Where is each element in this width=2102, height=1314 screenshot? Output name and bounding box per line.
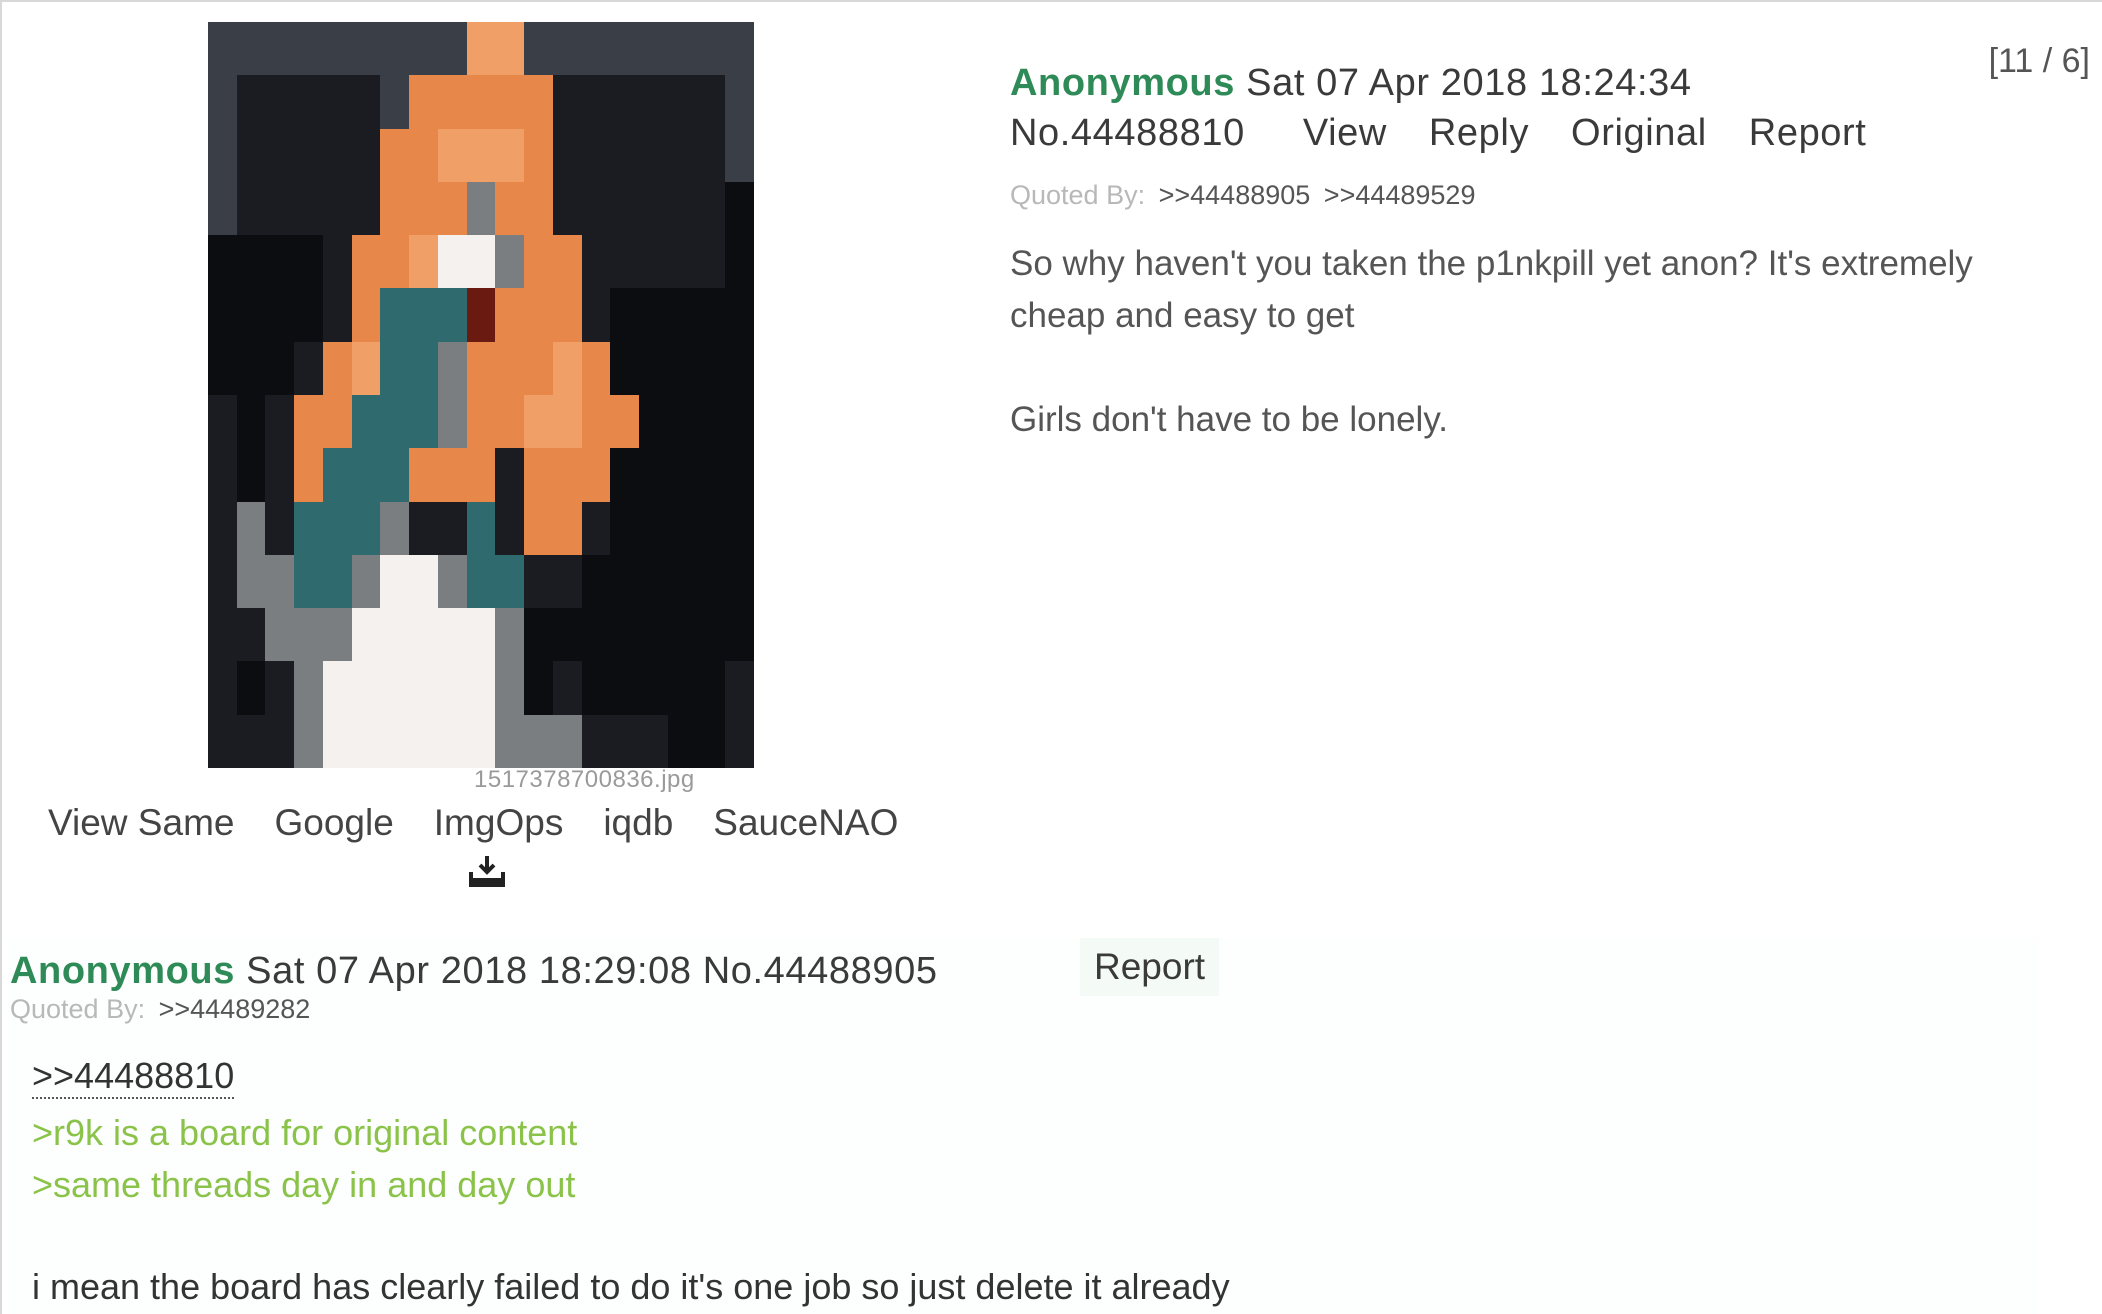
post-text-line: i mean the board has clearly failed to d… bbox=[32, 1266, 1230, 1307]
report-button[interactable]: Report bbox=[1080, 938, 1220, 996]
view-same-link[interactable]: View Same bbox=[48, 802, 234, 844]
reply-quoted-by: Quoted By: >>44489282 bbox=[10, 994, 310, 1025]
reply-post: Anonymous Sat 07 Apr 2018 18:29:08 No.44… bbox=[8, 938, 2038, 1314]
google-search-link[interactable]: Google bbox=[274, 802, 393, 844]
post-number[interactable]: No.44488810 bbox=[1010, 108, 1245, 158]
imgops-link[interactable]: ImgOps bbox=[434, 802, 564, 844]
backlink[interactable]: >>44489282 bbox=[159, 994, 311, 1024]
op-post-actions: No.44488810 View Reply Original Report bbox=[1010, 108, 1908, 158]
quoted-by-label: Quoted By: bbox=[1010, 180, 1146, 210]
poster-name: Anonymous bbox=[1010, 62, 1235, 104]
post-number[interactable]: No.44488905 bbox=[703, 950, 938, 992]
op-post-header: Anonymous Sat 07 Apr 2018 18:24:34 bbox=[1010, 58, 1692, 108]
iqdb-link[interactable]: iqdb bbox=[603, 802, 673, 844]
greentext-line: >same threads day in and day out bbox=[32, 1164, 576, 1205]
image-filename[interactable]: 1517378700836.jpg bbox=[474, 766, 695, 794]
post-datetime: Sat 07 Apr 2018 18:29:08 bbox=[246, 950, 692, 992]
op-image-thumbnail[interactable] bbox=[208, 22, 754, 768]
op-post-body: So why haven't you taken the p1nkpill ye… bbox=[1010, 238, 2070, 446]
backlink[interactable]: >>44488905 bbox=[1159, 180, 1311, 210]
reply-image-counter: [11 / 6] bbox=[1988, 42, 2090, 80]
post-datetime: Sat 07 Apr 2018 18:24:34 bbox=[1246, 62, 1692, 104]
image-search-links: View Same Google ImgOps iqdb SauceNAO bbox=[48, 802, 938, 844]
reply-post-header: Anonymous Sat 07 Apr 2018 18:29:08 No.44… bbox=[10, 946, 938, 996]
report-link[interactable]: Report bbox=[1749, 108, 1867, 158]
reply-link[interactable]: Reply bbox=[1429, 108, 1529, 158]
post-text-line: Girls don't have to be lonely. bbox=[1010, 400, 1448, 439]
greentext-line: >r9k is a board for original content bbox=[32, 1112, 578, 1153]
poster-name: Anonymous bbox=[10, 950, 235, 992]
thread-view: 1517378700836.jpg View Same Google ImgOp… bbox=[0, 0, 2102, 1314]
reply-post-body: >>44488810 >r9k is a board for original … bbox=[32, 1050, 1230, 1313]
backlink[interactable]: >>44489529 bbox=[1324, 180, 1476, 210]
op-quoted-by: Quoted By: >>44488905 >>44489529 bbox=[1010, 180, 1475, 211]
saucenao-link[interactable]: SauceNAO bbox=[713, 802, 898, 844]
quoted-by-label: Quoted By: bbox=[10, 994, 146, 1024]
quote-link[interactable]: >>44488810 bbox=[32, 1055, 235, 1099]
download-icon[interactable] bbox=[468, 854, 506, 888]
view-link[interactable]: View bbox=[1303, 108, 1387, 158]
original-link[interactable]: Original bbox=[1571, 108, 1707, 158]
post-text-line: So why haven't you taken the p1nkpill ye… bbox=[1010, 244, 1973, 335]
